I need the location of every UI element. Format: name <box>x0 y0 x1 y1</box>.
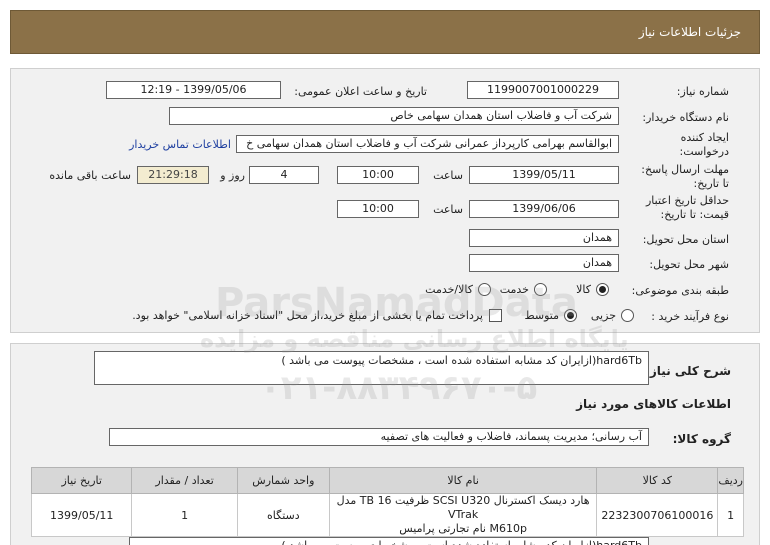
validity-date-field: 1399/06/06 <box>469 200 619 218</box>
goods-group-label: گروه کالا: <box>672 432 731 446</box>
process-option-medium: متوسط <box>524 309 559 322</box>
city-label: شهر محل تحویل: <box>649 258 729 271</box>
category-radio-goods[interactable] <box>596 283 609 296</box>
days-field: 4 <box>249 166 319 184</box>
process-option-minor: جزیی <box>590 309 616 322</box>
row-date: 1399/05/11 <box>30 493 133 537</box>
days-label: روز و <box>220 169 245 182</box>
buyer-field: شرکت آب و فاضلاب استان همدان سهامی خاص <box>169 107 619 125</box>
remaining-time-field: 21:29:18 <box>137 166 209 184</box>
process-label: نوع فرآیند خرید : <box>651 310 729 323</box>
city-field: همدان <box>469 254 619 272</box>
remaining-label: ساعت باقی مانده <box>49 169 131 182</box>
footer-description-field: hard6Tb(ازایران کد مشابه استفاده شده است… <box>129 537 649 545</box>
col-index: ردیف <box>717 467 744 494</box>
buyer-contact-link[interactable]: اطلاعات تماس خریدار <box>129 138 231 151</box>
page-title: جزئیات اطلاعات نیاز <box>638 25 741 39</box>
category-option-goods: کالا <box>576 283 591 296</box>
process-radio-minor[interactable] <box>621 309 634 322</box>
summary-label: شرح کلی نیاز: <box>645 364 731 378</box>
deadline-label-2: تا تاریخ: <box>693 177 729 190</box>
col-qty: تعداد / مقدار <box>131 467 238 494</box>
goods-table: ردیف کد کالا نام کالا واحد شمارش تعداد /… <box>30 467 744 537</box>
category-option-goods-service: کالا/خدمت <box>425 283 473 296</box>
announce-date-field: 1399/05/06 - 12:19 <box>106 81 281 99</box>
announce-date-label: تاریخ و ساعت اعلان عمومی: <box>294 85 427 98</box>
row-unit: دستگاه <box>236 493 330 537</box>
creator-label-1: ایجاد کننده <box>680 131 729 144</box>
deadline-label-1: مهلت ارسال پاسخ: <box>641 163 729 176</box>
creator-field: ابوالقاسم بهرامی کارپرداز عمرانی شرکت آب… <box>236 135 619 153</box>
row-code: 2232300706100016 <box>596 493 719 537</box>
table-row: 1 2232300706100016 هارد دیسک اکسترنال SC… <box>30 493 744 537</box>
col-code: کد کالا <box>596 467 719 494</box>
buyer-label: نام دستگاه خریدار: <box>642 111 729 124</box>
deadline-time-label: ساعت <box>433 169 463 182</box>
goods-panel: شرح کلی نیاز: hard6Tb(ازایران کد مشابه ا… <box>10 343 760 545</box>
col-name: نام کالا <box>328 467 598 494</box>
page-header: جزئیات اطلاعات نیاز <box>10 10 760 54</box>
row-qty: 1 <box>131 493 238 537</box>
col-unit: واحد شمارش <box>236 467 330 494</box>
goods-group-field: آب رسانی؛ مدیریت پسماند، فاضلاب و فعالیت… <box>109 428 649 446</box>
process-radio-medium[interactable] <box>564 309 577 322</box>
summary-field: hard6Tb(ازایران کد مشابه استفاده شده است… <box>94 351 649 385</box>
category-option-service: خدمت <box>499 283 529 296</box>
row-index: 1 <box>717 493 744 537</box>
validity-label-1: حداقل تاریخ اعتبار <box>645 194 729 207</box>
validity-time-field: 10:00 <box>337 200 419 218</box>
row-name-line2: M610p نام تجارتی پرامیس <box>399 522 527 535</box>
treasury-checkbox-label: پرداخت تمام یا بخشی از مبلغ خرید،از محل … <box>132 309 483 322</box>
category-radio-goods-service[interactable] <box>478 283 491 296</box>
category-label: طبقه بندی موضوعی: <box>631 284 729 297</box>
creator-label-2: درخواست: <box>679 145 729 158</box>
province-label: استان محل تحویل: <box>642 233 729 246</box>
row-name-line1: هارد دیسک اکسترنال SCSI U320 ظرفیت 16 TB… <box>336 494 590 521</box>
province-field: همدان <box>469 229 619 247</box>
validity-label-2: قیمت: تا تاریخ: <box>660 208 729 221</box>
goods-section-title: اطلاعات کالاهای مورد نیاز <box>576 397 731 411</box>
need-number-label: شماره نیاز: <box>676 85 729 98</box>
need-number-field: 1199007001000229 <box>467 81 619 99</box>
treasury-checkbox[interactable] <box>489 309 502 322</box>
validity-time-label: ساعت <box>433 203 463 216</box>
deadline-time-field: 10:00 <box>337 166 419 184</box>
goods-table-header: ردیف کد کالا نام کالا واحد شمارش تعداد /… <box>30 467 744 494</box>
deadline-date-field: 1399/05/11 <box>469 166 619 184</box>
category-radio-service[interactable] <box>534 283 547 296</box>
row-name: هارد دیسک اکسترنال SCSI U320 ظرفیت 16 TB… <box>328 493 598 537</box>
need-info-panel: شماره نیاز: 1199007001000229 تاریخ و ساع… <box>10 68 760 333</box>
col-date: تاریخ نیاز <box>30 467 133 494</box>
